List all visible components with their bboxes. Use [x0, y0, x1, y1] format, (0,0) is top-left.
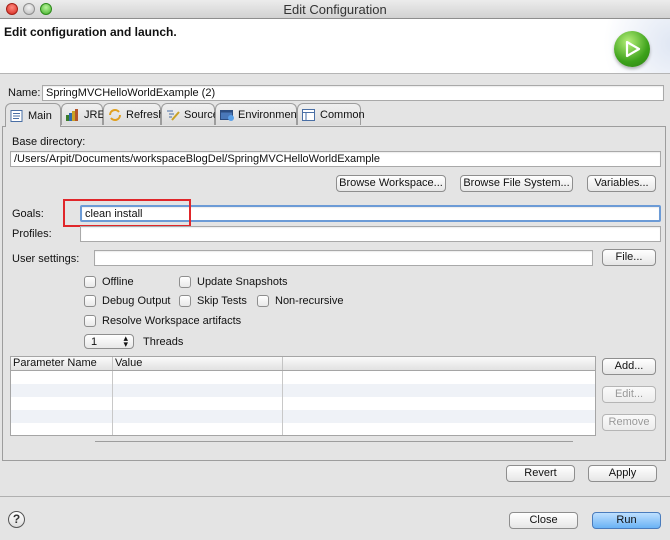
threads-select[interactable]: 1 ▴ ▾: [84, 334, 134, 349]
tab-environment[interactable]: Environment: [215, 103, 300, 125]
tab-refresh[interactable]: Refresh: [103, 103, 165, 125]
tab-jre[interactable]: JRE: [61, 103, 105, 125]
checkbox-label: Debug Output: [102, 295, 171, 307]
column-header-parameter-name[interactable]: Parameter Name: [11, 357, 113, 370]
column-header-value[interactable]: Value: [113, 357, 283, 370]
environment-icon: [220, 109, 234, 121]
source-icon: [166, 109, 180, 121]
annotation-highlight-box: [63, 199, 191, 227]
table-row[interactable]: [11, 384, 595, 397]
user-settings-label: User settings:: [12, 253, 80, 265]
stepper-arrows-icon: ▴ ▾: [123, 333, 128, 349]
parameters-table[interactable]: Parameter Name Value: [10, 356, 596, 436]
header-title: Edit configuration and launch.: [4, 25, 177, 39]
user-settings-input[interactable]: [94, 250, 593, 266]
dialog-header: Edit configuration and launch.: [0, 19, 670, 74]
name-label: Name:: [8, 87, 41, 99]
resolve-workspace-checkbox[interactable]: Resolve Workspace artifacts: [84, 315, 241, 327]
main-tab-icon: [10, 109, 24, 122]
checkbox-label: Update Snapshots: [197, 276, 288, 288]
name-input[interactable]: [42, 85, 664, 101]
checkbox-label: Resolve Workspace artifacts: [102, 315, 242, 327]
base-directory-input[interactable]: [10, 151, 661, 167]
profiles-input[interactable]: [80, 226, 661, 242]
skip-tests-checkbox[interactable]: Skip Tests: [179, 295, 247, 307]
tab-label: JRE: [84, 108, 105, 121]
variables-button[interactable]: Variables...: [587, 175, 656, 192]
window-title: Edit Configuration: [283, 2, 387, 17]
revert-button[interactable]: Revert: [506, 465, 575, 482]
browse-file-system-button[interactable]: Browse File System...: [460, 175, 573, 192]
user-settings-file-button[interactable]: File...: [602, 249, 656, 266]
column-header-empty: [283, 357, 595, 370]
jre-icon: [66, 108, 80, 121]
run-launch-icon: [614, 31, 650, 67]
edit-parameter-button: Edit...: [602, 386, 656, 403]
tab-source[interactable]: Source: [161, 103, 219, 125]
debug-output-checkbox[interactable]: Debug Output: [84, 295, 171, 307]
add-parameter-button[interactable]: Add...: [602, 358, 656, 375]
table-row[interactable]: [11, 410, 595, 423]
threads-value: 1: [91, 336, 98, 348]
checkbox-box[interactable]: [179, 295, 191, 307]
checkbox-label: Non-recursive: [275, 295, 344, 307]
browse-workspace-button[interactable]: Browse Workspace...: [336, 175, 446, 192]
remove-parameter-button: Remove: [602, 414, 656, 431]
close-button[interactable]: Close: [509, 512, 578, 529]
checkbox-label: Skip Tests: [197, 295, 247, 307]
tab-label: Main: [28, 109, 52, 122]
checkbox-box[interactable]: [84, 315, 96, 327]
checkbox-box[interactable]: [179, 276, 191, 288]
help-icon[interactable]: ?: [8, 511, 25, 528]
tab-main[interactable]: Main: [5, 103, 61, 127]
tab-label: Environment: [238, 108, 300, 121]
apply-button[interactable]: Apply: [588, 465, 657, 482]
table-row[interactable]: [11, 423, 595, 435]
tab-label: Refresh: [126, 108, 165, 121]
tab-label: Source: [184, 108, 219, 121]
checkbox-label: Offline: [102, 276, 134, 288]
checkbox-box[interactable]: [84, 276, 96, 288]
run-button[interactable]: Run: [592, 512, 661, 529]
horizontal-scrollbar[interactable]: [95, 441, 573, 445]
footer-divider: [0, 496, 670, 497]
goals-label: Goals:: [12, 208, 44, 220]
offline-checkbox[interactable]: Offline: [84, 276, 134, 288]
checkbox-box[interactable]: [257, 295, 269, 307]
update-snapshots-checkbox[interactable]: Update Snapshots: [179, 276, 288, 288]
tab-common[interactable]: Common: [297, 103, 365, 125]
table-header: Parameter Name Value: [11, 357, 595, 371]
tab-label: Common: [320, 108, 365, 121]
title-bar: Edit Configuration: [0, 0, 670, 19]
profiles-label: Profiles:: [12, 228, 52, 240]
common-icon: [302, 108, 316, 121]
threads-label: Threads: [143, 336, 184, 348]
table-row[interactable]: [11, 397, 595, 410]
table-row[interactable]: [11, 371, 595, 384]
refresh-icon: [108, 108, 122, 121]
checkbox-box[interactable]: [84, 295, 96, 307]
base-directory-label: Base directory:: [12, 136, 86, 148]
non-recursive-checkbox[interactable]: Non-recursive: [257, 295, 343, 307]
